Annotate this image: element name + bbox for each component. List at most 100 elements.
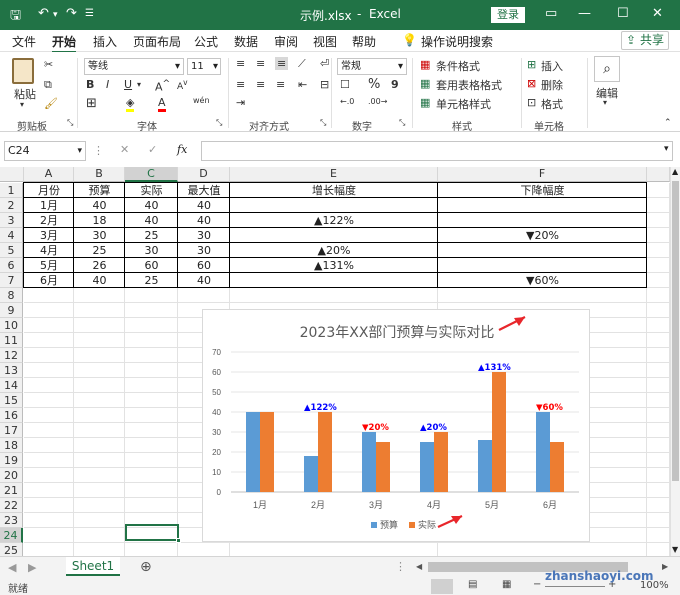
alignment-launcher-icon[interactable]: ⤡: [320, 118, 326, 128]
row-header-16[interactable]: 16: [0, 408, 23, 423]
copy-icon[interactable]: ⧉: [44, 78, 52, 92]
add-sheet-icon[interactable]: ⊕: [140, 559, 152, 575]
format-cells-button[interactable]: 格式: [541, 96, 563, 112]
wrap-text-icon[interactable]: ⏎: [320, 57, 329, 70]
paste-button[interactable]: 粘贴: [14, 86, 36, 102]
fill-handle[interactable]: [176, 538, 181, 543]
align-center-icon[interactable]: ≡: [256, 78, 265, 91]
table-header-cell[interactable]: 实际: [125, 183, 178, 198]
table-cell[interactable]: ▲20%: [230, 243, 438, 258]
undo-dropdown-icon[interactable]: ▾: [53, 10, 58, 20]
table-cell[interactable]: [438, 213, 647, 228]
row-header-7[interactable]: 7: [0, 273, 23, 288]
table-cell[interactable]: 3月: [24, 228, 74, 243]
ribbon-display-icon[interactable]: ▭: [545, 6, 557, 21]
bold-icon[interactable]: B: [86, 78, 94, 91]
align-left-icon[interactable]: ≡: [236, 78, 245, 91]
merge-center-icon[interactable]: ⊟: [320, 78, 329, 91]
zoom-out-icon[interactable]: −: [533, 579, 541, 590]
table-cell[interactable]: 2月: [24, 213, 74, 228]
maximize-icon[interactable]: ☐: [617, 6, 629, 21]
table-cell[interactable]: ▼20%: [438, 228, 647, 243]
scroll-up-icon[interactable]: ▲: [672, 167, 678, 176]
table-cell[interactable]: 25: [74, 243, 125, 258]
currency-icon[interactable]: ☐: [340, 78, 350, 91]
clipboard-launcher-icon[interactable]: ⤡: [67, 118, 73, 128]
row-header-2[interactable]: 2: [0, 198, 23, 213]
row-header-18[interactable]: 18: [0, 438, 23, 453]
insert-function-icon[interactable]: fx: [177, 143, 187, 156]
row-header-5[interactable]: 5: [0, 243, 23, 258]
table-cell[interactable]: 60: [178, 258, 230, 273]
column-header-f[interactable]: F: [438, 167, 647, 182]
table-cell[interactable]: [438, 258, 647, 273]
row-header-17[interactable]: 17: [0, 423, 23, 438]
tab-view[interactable]: 视图: [313, 33, 337, 50]
align-middle-icon[interactable]: ≡: [256, 57, 265, 70]
row-header-24[interactable]: 24: [0, 528, 23, 543]
orientation-icon[interactable]: ⟋: [298, 57, 306, 71]
align-top-icon[interactable]: ≡: [236, 57, 245, 70]
row-header-25[interactable]: 25: [0, 543, 23, 556]
row-header-4[interactable]: 4: [0, 228, 23, 243]
table-cell[interactable]: 5月: [24, 258, 74, 273]
sheet-next-icon[interactable]: ▶: [28, 561, 36, 574]
table-cell[interactable]: 25: [125, 228, 178, 243]
row-header-10[interactable]: 10: [0, 318, 23, 333]
sheet-prev-icon[interactable]: ◀: [8, 561, 16, 574]
chart[interactable]: 2023年XX部门预算与实际对比 0 10 20 30 40 50 60 70 1月 2月 3月 4月…: [202, 309, 590, 542]
table-cell[interactable]: 4月: [24, 243, 74, 258]
tab-split-icon[interactable]: ⋮: [395, 560, 406, 573]
row-header-15[interactable]: 15: [0, 393, 23, 408]
font-color-icon[interactable]: A: [158, 96, 166, 112]
tab-data[interactable]: 数据: [234, 33, 258, 50]
table-cell[interactable]: ▲122%: [230, 213, 438, 228]
table-cell[interactable]: [230, 228, 438, 243]
share-button[interactable]: ⇪ 共享: [621, 31, 669, 50]
decrease-decimal-icon[interactable]: .00→: [368, 97, 387, 106]
borders-icon[interactable]: ⊞: [86, 96, 97, 111]
cut-icon[interactable]: ✂: [44, 58, 53, 71]
save-icon[interactable]: 🖫: [10, 6, 21, 28]
table-header-cell[interactable]: 最大值: [178, 183, 230, 198]
expand-formula-bar-icon[interactable]: ▾: [664, 144, 669, 154]
table-header-cell[interactable]: 下降幅度: [438, 183, 647, 198]
table-cell[interactable]: 1月: [24, 198, 74, 213]
table-cell[interactable]: 40: [125, 198, 178, 213]
login-button[interactable]: 登录: [491, 7, 525, 23]
table-header-cell[interactable]: 增长幅度: [230, 183, 438, 198]
table-cell[interactable]: ▲131%: [230, 258, 438, 273]
scroll-thumb[interactable]: [672, 181, 679, 481]
close-icon[interactable]: ✕: [652, 6, 663, 21]
table-cell[interactable]: 30: [178, 243, 230, 258]
row-header-23[interactable]: 23: [0, 513, 23, 528]
fill-color-icon[interactable]: ◈: [126, 96, 135, 112]
row-header-13[interactable]: 13: [0, 363, 23, 378]
table-cell[interactable]: 40: [178, 213, 230, 228]
underline-dropdown-icon[interactable]: ▾: [137, 80, 141, 89]
editing-dropdown-icon[interactable]: ▾: [603, 98, 607, 107]
table-cell[interactable]: 6月: [24, 273, 74, 288]
table-cell[interactable]: [230, 198, 438, 213]
row-header-14[interactable]: 14: [0, 378, 23, 393]
row-header-6[interactable]: 6: [0, 258, 23, 273]
percent-icon[interactable]: %: [368, 77, 380, 92]
tab-page-layout[interactable]: 页面布局: [133, 33, 181, 50]
format-painter-icon[interactable]: 🖌: [44, 97, 58, 110]
underline-icon[interactable]: U: [124, 78, 132, 91]
decrease-font-icon[interactable]: Av: [177, 78, 188, 92]
search-icon[interactable]: ⌕: [594, 56, 620, 82]
row-header-21[interactable]: 21: [0, 483, 23, 498]
align-bottom-icon[interactable]: ≡: [275, 57, 289, 70]
font-size-select[interactable]: 11 ▾: [187, 58, 221, 75]
table-cell[interactable]: 40: [178, 273, 230, 288]
undo-icon[interactable]: ↶: [38, 6, 49, 21]
table-cell[interactable]: 26: [74, 258, 125, 273]
hscroll-right-icon[interactable]: ▶: [662, 562, 668, 571]
row-header-9[interactable]: 9: [0, 303, 23, 318]
table-cell[interactable]: 30: [125, 243, 178, 258]
collapse-ribbon-icon[interactable]: ⌃: [664, 118, 672, 128]
conditional-formatting-button[interactable]: 条件格式: [436, 58, 480, 74]
scroll-down-icon[interactable]: ▼: [672, 545, 678, 554]
tab-formulas[interactable]: 公式: [194, 33, 218, 50]
